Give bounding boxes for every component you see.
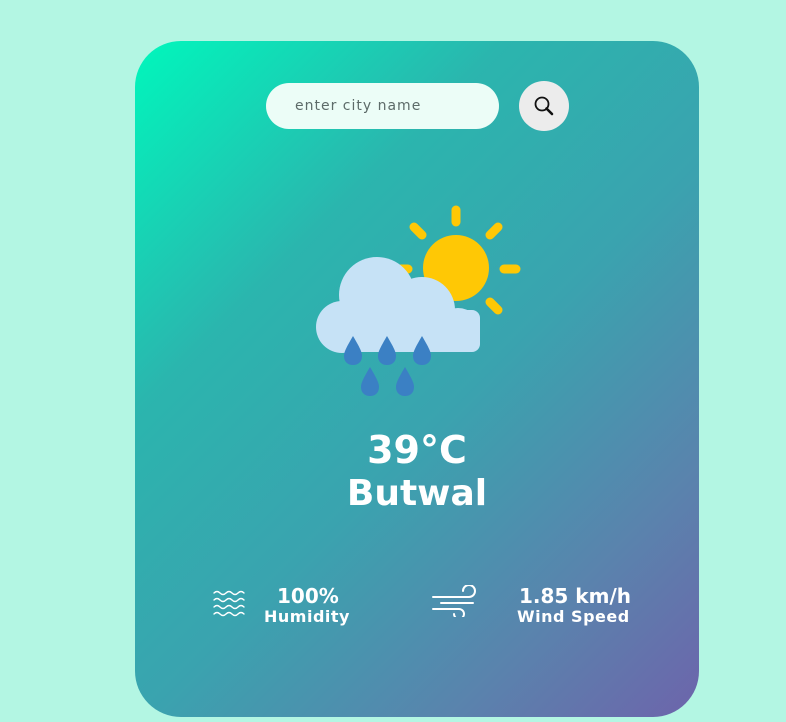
rain-sun-cloud-icon bbox=[316, 205, 521, 396]
wind-speed-value: 1.85 km/h bbox=[519, 584, 631, 608]
search-placeholder: enter city name bbox=[295, 98, 422, 114]
humidity-waves-icon bbox=[213, 590, 245, 617]
humidity-label: Humidity bbox=[264, 607, 350, 626]
city-name: Butwal bbox=[346, 473, 488, 514]
temperature: 39°C bbox=[367, 428, 467, 472]
city-search-input[interactable]: enter city name bbox=[266, 83, 499, 129]
search-button[interactable] bbox=[519, 81, 569, 131]
raindrops-icon bbox=[344, 336, 431, 396]
search-icon bbox=[534, 96, 554, 116]
wind-icon bbox=[432, 585, 476, 617]
humidity-value: 100% bbox=[277, 584, 339, 608]
wind-speed-label: Wind Speed bbox=[517, 607, 630, 626]
